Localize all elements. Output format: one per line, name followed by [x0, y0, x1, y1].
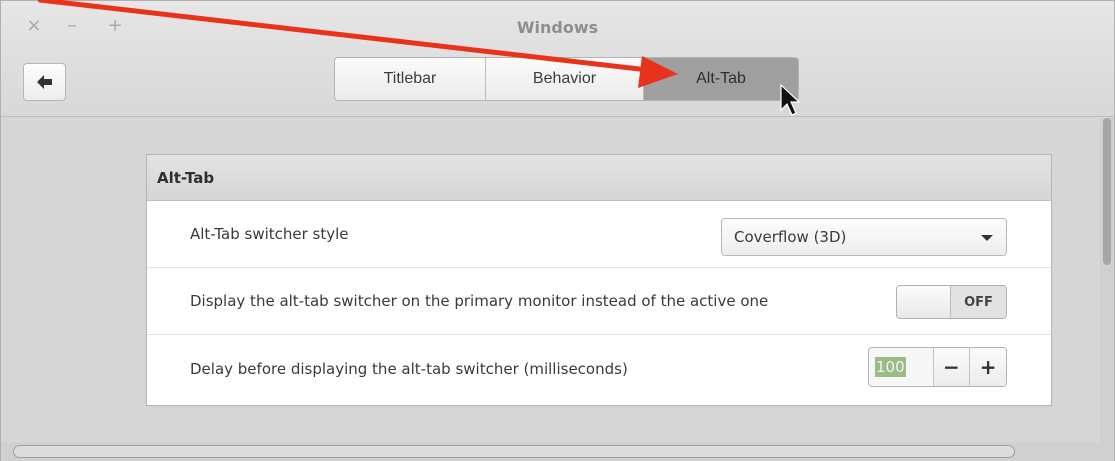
increment-button[interactable]: + — [969, 348, 1006, 386]
horizontal-scrollbar[interactable] — [1, 442, 1114, 461]
window-title: Windows — [516, 18, 599, 37]
switch-state-label: OFF — [951, 286, 1006, 318]
switch-knob — [897, 286, 951, 318]
tab-behavior[interactable]: Behavior — [486, 58, 644, 100]
tab-titlebar[interactable]: Titlebar — [335, 58, 486, 100]
tab-alt-tab[interactable]: Alt-Tab — [644, 58, 798, 100]
back-arrow-icon — [37, 75, 52, 89]
vertical-scrollbar[interactable] — [1100, 118, 1114, 442]
delay-row: Delay before displaying the alt-tab swit… — [147, 335, 1051, 402]
delay-input[interactable]: 100 — [869, 348, 933, 386]
switcher-style-dropdown[interactable]: Coverflow (3D) — [721, 218, 1007, 256]
delay-spinbutton: 100 − + — [868, 347, 1007, 387]
delay-value: 100 — [875, 357, 906, 377]
delay-label: Delay before displaying the alt-tab swit… — [190, 359, 628, 378]
header-bar: × – + Windows Titlebar Behavior Alt-Tab — [1, 1, 1114, 117]
primary-monitor-switch[interactable]: OFF — [896, 285, 1007, 319]
horizontal-scrollbar-thumb[interactable] — [13, 445, 1015, 458]
section-title: Alt-Tab — [147, 155, 1051, 201]
tab-bar: Titlebar Behavior Alt-Tab — [334, 57, 799, 101]
vertical-scrollbar-thumb[interactable] — [1103, 118, 1111, 265]
decrement-button[interactable]: − — [932, 348, 970, 386]
chevron-down-icon — [981, 235, 993, 241]
primary-monitor-row: Display the alt-tab switcher on the prim… — [147, 268, 1051, 335]
alt-tab-section: Alt-Tab Alt-Tab switcher style Coverflow… — [146, 154, 1052, 406]
primary-monitor-label: Display the alt-tab switcher on the prim… — [190, 292, 769, 310]
back-button[interactable] — [23, 63, 66, 101]
switcher-style-row: Alt-Tab switcher style Coverflow (3D) — [147, 201, 1051, 268]
switcher-style-value: Coverflow (3D) — [734, 228, 847, 246]
settings-window: × – + Windows Titlebar Behavior Alt-Tab … — [0, 0, 1115, 461]
switcher-style-label: Alt-Tab switcher style — [190, 225, 349, 243]
